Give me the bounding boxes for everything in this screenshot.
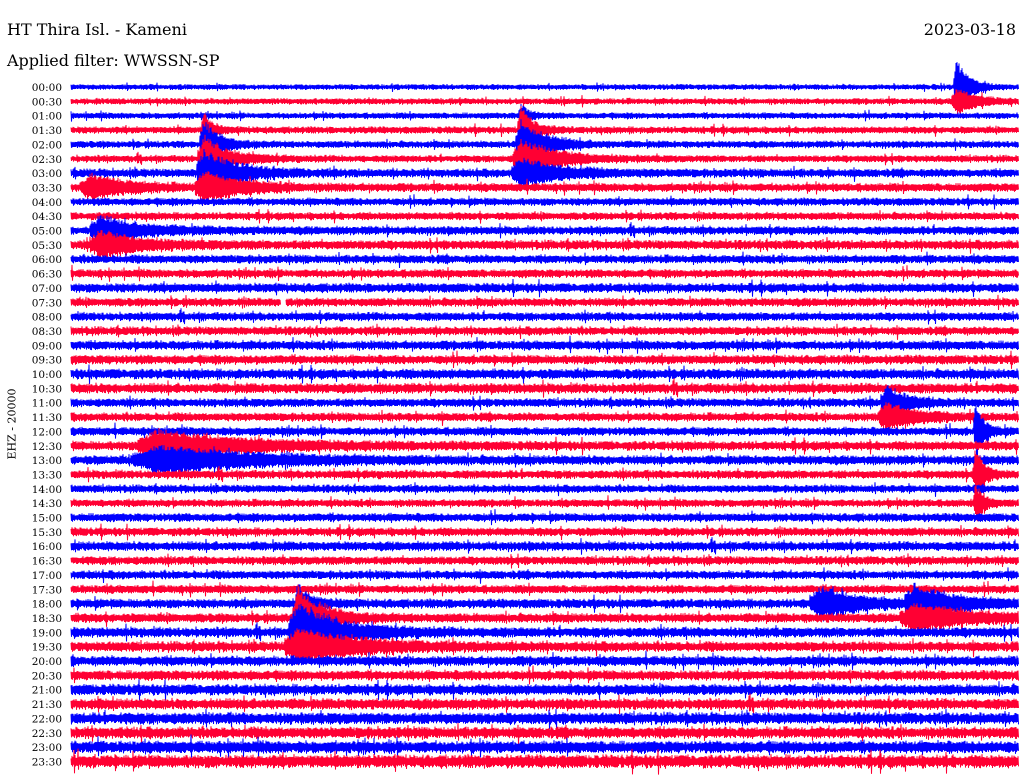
- trace-row: [70, 251, 1019, 269]
- trace-row: [70, 482, 1019, 497]
- row-label: 16:00: [32, 541, 62, 553]
- row-label: 21:00: [32, 685, 62, 697]
- helicorder-plot: 00:00 00:30 01:00 01:30 02:00 02:30 03:00 03:30…: [32, 62, 1019, 775]
- trace-row: [70, 650, 1019, 671]
- row-label: 01:00: [32, 111, 62, 123]
- trace-row: [70, 693, 1019, 715]
- row-label: 00:00: [32, 82, 62, 94]
- row-label: 19:30: [32, 642, 62, 654]
- row-label: 02:30: [32, 154, 62, 166]
- row-label: 05:30: [32, 240, 62, 252]
- trace-row: [70, 748, 1019, 775]
- trace-row: [70, 509, 1019, 526]
- trace-row: [70, 523, 1019, 541]
- row-label: 14:00: [32, 484, 62, 496]
- row-label: 11:30: [32, 412, 62, 424]
- row-label: 11:00: [32, 398, 62, 410]
- trace-row: [70, 323, 1019, 340]
- row-label: 16:30: [32, 556, 62, 568]
- trace-row: [70, 665, 1019, 685]
- trace-row: [70, 264, 1019, 282]
- row-label: 06:00: [32, 254, 62, 266]
- row-label: 12:00: [32, 426, 62, 438]
- trace-row: [70, 603, 1019, 665]
- trace-row: [70, 294, 1019, 311]
- trace-row: [70, 402, 1019, 433]
- trace-row: [70, 335, 1019, 355]
- row-label: 02:00: [32, 139, 62, 151]
- trace-row: [70, 586, 1019, 651]
- trace-row: [70, 679, 1019, 701]
- row-label: 08:30: [32, 326, 62, 338]
- row-label: 21:30: [32, 699, 62, 711]
- trace-row: [70, 350, 1019, 369]
- row-label: 08:00: [32, 312, 62, 324]
- row-label: 23:30: [32, 756, 62, 768]
- trace-row: [70, 722, 1019, 745]
- row-label: 22:30: [32, 728, 62, 740]
- row-label: 04:30: [32, 211, 62, 223]
- row-label: 20:30: [32, 670, 62, 682]
- row-label: 03:00: [32, 168, 62, 180]
- row-label: 19:00: [32, 627, 62, 639]
- row-label: 09:00: [32, 340, 62, 352]
- trace-row: [70, 364, 1019, 385]
- row-label: 04:00: [32, 197, 62, 209]
- trace-row: [70, 567, 1019, 584]
- row-label: 01:30: [32, 125, 62, 137]
- row-label: 05:00: [32, 226, 62, 238]
- trace-row: [70, 708, 1019, 730]
- trace-row: [70, 308, 1019, 325]
- row-label: 03:30: [32, 182, 62, 194]
- row-label: 15:00: [32, 513, 62, 525]
- row-label: 13:00: [32, 455, 62, 467]
- row-label: 07:30: [32, 297, 62, 309]
- row-label: 15:30: [32, 527, 62, 539]
- trace-row: [70, 378, 1019, 398]
- row-label: 22:00: [32, 713, 62, 725]
- row-label: 13:30: [32, 469, 62, 481]
- row-label: 06:30: [32, 269, 62, 281]
- row-label: 20:00: [32, 656, 62, 668]
- row-label: 18:30: [32, 613, 62, 625]
- trace-row: [70, 278, 1019, 298]
- row-label: 23:00: [32, 742, 62, 754]
- row-label: 17:30: [32, 584, 62, 596]
- trace-row: [70, 209, 1019, 224]
- row-label: 18:00: [32, 599, 62, 611]
- row-label: 17:00: [32, 570, 62, 582]
- row-label: 00:30: [32, 96, 62, 108]
- row-label: 09:30: [32, 355, 62, 367]
- trace-row: [70, 89, 1019, 115]
- trace-row: [70, 537, 1019, 555]
- row-label: 12:30: [32, 441, 62, 453]
- row-label: 07:00: [32, 283, 62, 295]
- trace-row: [70, 580, 1019, 598]
- row-label: 14:30: [32, 498, 62, 510]
- row-label: 10:00: [32, 369, 62, 381]
- trace-row: [70, 553, 1019, 569]
- row-label: 10:30: [32, 383, 62, 395]
